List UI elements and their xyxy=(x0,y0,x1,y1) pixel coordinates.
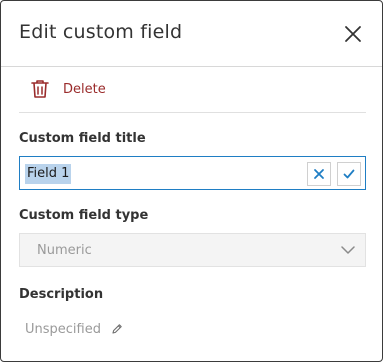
delete-button[interactable]: Delete xyxy=(31,77,106,101)
chevron-down-icon xyxy=(341,246,355,254)
custom-field-title-label: Custom field title xyxy=(19,131,146,146)
x-icon xyxy=(314,169,324,179)
custom-field-type-value: Numeric xyxy=(37,243,92,258)
delete-label: Delete xyxy=(63,81,106,97)
description-value: Unspecified xyxy=(25,321,101,337)
section-divider xyxy=(19,112,366,113)
description-edit[interactable]: Unspecified xyxy=(25,319,123,339)
description-label: Description xyxy=(19,287,104,302)
confirm-title-button[interactable] xyxy=(337,162,361,186)
dialog-title: Edit custom field xyxy=(19,21,183,43)
close-button[interactable] xyxy=(341,22,365,46)
pencil-icon[interactable] xyxy=(111,323,123,335)
close-icon xyxy=(345,26,361,42)
dialog-header: Edit custom field xyxy=(1,1,382,67)
custom-field-type-label: Custom field type xyxy=(19,208,149,223)
clear-title-button[interactable] xyxy=(307,162,331,186)
check-icon xyxy=(343,169,355,179)
custom-field-title-input[interactable]: Field 1 xyxy=(19,156,366,190)
custom-field-type-select[interactable]: Numeric xyxy=(19,233,366,267)
edit-custom-field-dialog: Edit custom field Delete Custom field ti… xyxy=(0,0,383,362)
custom-field-title-value[interactable]: Field 1 xyxy=(25,164,72,184)
trash-icon xyxy=(31,80,49,98)
